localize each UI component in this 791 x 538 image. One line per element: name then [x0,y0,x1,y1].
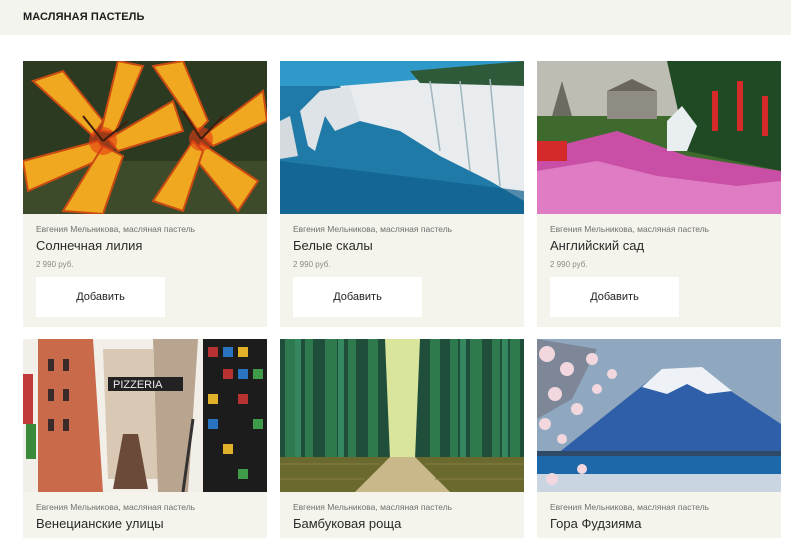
product-image[interactable] [280,61,524,214]
add-to-cart-button[interactable]: Добавить [293,277,422,317]
product-name[interactable]: Венецианские улицы [36,516,164,531]
product-image[interactable]: PIZZERIA [23,339,267,492]
product-name[interactable]: Солнечная лилия [36,238,142,253]
product-image[interactable] [537,339,781,492]
product-name[interactable]: Гора Фудзияма [550,516,641,531]
product-image[interactable] [537,61,781,214]
product-card[interactable]: Евгения Мельникова, масляная пастель Гор… [537,339,781,538]
product-card[interactable]: Евгения Мельникова, масляная пастель Бам… [280,339,524,538]
product-author: Евгения Мельникова, масляная пастель [550,502,710,512]
svg-text:PIZZERIA: PIZZERIA [113,379,163,391]
product-image[interactable] [23,61,267,214]
product-price: 2 990 руб. [36,260,74,269]
product-author: Евгения Мельникова, масляная пастель [36,224,196,234]
product-author: Евгения Мельникова, масляная пастель [550,224,710,234]
product-name[interactable]: Белые скалы [293,238,373,253]
category-title: МАСЛЯНАЯ ПАСТЕЛЬ [23,11,145,23]
product-author: Евгения Мельникова, масляная пастель [293,224,453,234]
product-author: Евгения Мельникова, масляная пастель [293,502,453,512]
product-card[interactable]: PIZZERIA Евгения Мельникова, масляная па… [23,339,267,538]
product-image[interactable] [280,339,524,492]
product-card[interactable]: Евгения Мельникова, масляная пастель Сол… [23,61,267,327]
product-price: 2 990 руб. [293,260,331,269]
product-name[interactable]: Бамбуковая роща [293,516,401,531]
add-to-cart-button[interactable]: Добавить [36,277,165,317]
product-author: Евгения Мельникова, масляная пастель [36,502,196,512]
product-name[interactable]: Английский сад [550,238,644,253]
category-header: МАСЛЯНАЯ ПАСТЕЛЬ [0,0,791,35]
product-card[interactable]: Евгения Мельникова, масляная пастель Бел… [280,61,524,327]
product-price: 2 990 руб. [550,260,588,269]
product-card[interactable]: Евгения Мельникова, масляная пастель Анг… [537,61,781,327]
add-to-cart-button[interactable]: Добавить [550,277,679,317]
